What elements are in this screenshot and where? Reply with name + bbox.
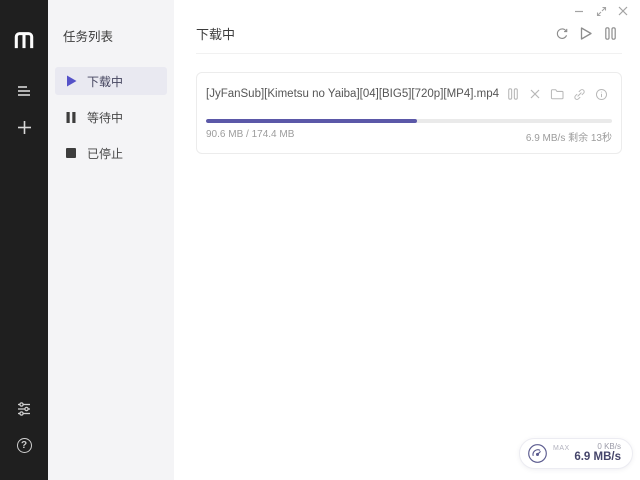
copy-link-icon[interactable] bbox=[568, 86, 590, 102]
upload-speed-value: 0 KB/s bbox=[574, 442, 621, 451]
help-icon[interactable]: ? bbox=[9, 430, 39, 460]
panel-item-label: 下载中 bbox=[87, 73, 123, 90]
task-actions bbox=[502, 86, 612, 102]
add-task-icon[interactable] bbox=[9, 112, 39, 142]
page-title: 下载中 bbox=[196, 24, 235, 43]
toolbar bbox=[550, 25, 622, 43]
pause-icon bbox=[65, 111, 77, 123]
close-button[interactable] bbox=[612, 2, 634, 20]
app-window: ? 任务列表 下载中 等待中 已停止 bbox=[0, 0, 640, 480]
maximize-button[interactable] bbox=[590, 2, 612, 20]
task-delete-icon[interactable] bbox=[524, 86, 546, 102]
refresh-icon[interactable] bbox=[550, 25, 574, 43]
pause-all-icon[interactable] bbox=[598, 25, 622, 43]
main-area: 下载中 bbox=[174, 0, 640, 480]
resume-all-icon[interactable] bbox=[574, 25, 598, 43]
panel-item-downloading[interactable]: 下载中 bbox=[55, 67, 167, 95]
task-pause-icon[interactable] bbox=[502, 86, 524, 102]
task-filename: [JyFanSub][Kimetsu no Yaiba][04][BIG5][7… bbox=[206, 88, 499, 100]
menu-icon[interactable] bbox=[9, 76, 39, 106]
progress-fill bbox=[206, 119, 417, 123]
max-speed-label: MAX bbox=[553, 445, 570, 452]
stop-icon bbox=[65, 147, 77, 159]
task-info-icon[interactable] bbox=[590, 86, 612, 102]
panel-title: 任务列表 bbox=[48, 26, 174, 67]
panel-item-waiting[interactable]: 等待中 bbox=[55, 103, 167, 131]
task-speed-eta-text: 6.9 MB/s 剩余 13秒 bbox=[526, 129, 612, 144]
panel-item-label: 已停止 bbox=[87, 145, 123, 162]
preferences-icon[interactable] bbox=[9, 394, 39, 424]
minimize-button[interactable] bbox=[568, 2, 590, 20]
icon-rail: ? bbox=[0, 0, 48, 480]
window-controls bbox=[568, 2, 634, 20]
main-header: 下载中 bbox=[196, 24, 622, 54]
task-size-text: 90.6 MB / 174.4 MB bbox=[206, 129, 294, 144]
panel-item-label: 等待中 bbox=[87, 109, 123, 126]
global-speed-widget[interactable]: MAX 0 KB/s 6.9 MB/s bbox=[519, 438, 633, 469]
open-folder-icon[interactable] bbox=[546, 86, 568, 102]
progress-bar bbox=[206, 119, 612, 123]
play-icon bbox=[65, 75, 77, 87]
motrix-logo-icon bbox=[9, 24, 39, 54]
task-list-panel: 任务列表 下载中 等待中 已停止 bbox=[48, 0, 174, 480]
download-task-card[interactable]: [JyFanSub][Kimetsu no Yaiba][04][BIG5][7… bbox=[196, 72, 622, 154]
panel-item-stopped[interactable]: 已停止 bbox=[55, 139, 167, 167]
download-speed-value: 6.9 MB/s bbox=[574, 451, 621, 464]
speedometer-icon bbox=[527, 443, 548, 464]
